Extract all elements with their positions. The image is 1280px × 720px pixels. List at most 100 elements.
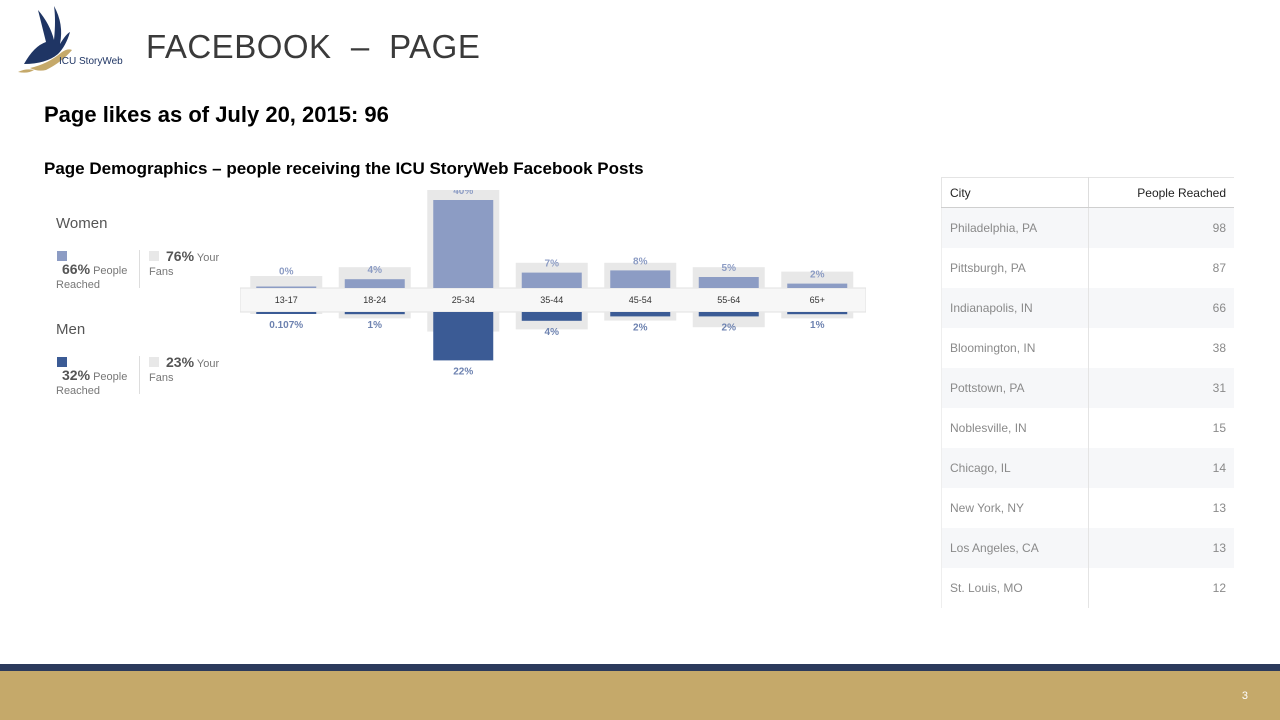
people-reached-cell: 87 bbox=[1212, 261, 1226, 275]
women-bar bbox=[787, 283, 848, 288]
women-bar bbox=[433, 200, 494, 288]
men-value-label: 2% bbox=[722, 322, 737, 333]
city-cell: New York, NY bbox=[941, 488, 1089, 528]
men-bar bbox=[256, 312, 317, 314]
women-reached-swatch bbox=[57, 251, 67, 261]
men-reached-stat: 32% People bbox=[62, 368, 127, 384]
city-table-body: Philadelphia, PA 98 Pittsburgh, PA 87 Indian… bbox=[941, 207, 1235, 608]
city-cell: Los Angeles, CA bbox=[941, 528, 1089, 568]
footer-navy-stripe bbox=[0, 664, 1280, 671]
people-reached-column-header[interactable]: People Reached bbox=[1088, 177, 1234, 208]
men-bar bbox=[698, 312, 759, 317]
men-reached-pct: 32% bbox=[62, 367, 91, 383]
table-row: Pittsburgh, PA 87 bbox=[941, 248, 1235, 288]
men-fans-pct: 23% bbox=[166, 354, 195, 370]
slide-title: FACEBOOK – PAGE bbox=[146, 28, 481, 65]
city-cell: Bloomington, IN bbox=[941, 328, 1089, 368]
people-reached-cell: 31 bbox=[1088, 368, 1234, 408]
women-bar bbox=[698, 277, 759, 288]
men-bar bbox=[521, 312, 582, 321]
people-reached-cell: 15 bbox=[1212, 421, 1226, 435]
women-value-label: 7% bbox=[545, 259, 560, 270]
women-value-label: 5% bbox=[722, 263, 737, 274]
age-tick-label: 65+ bbox=[810, 295, 825, 305]
women-bar bbox=[256, 286, 317, 288]
women-bar bbox=[344, 279, 405, 288]
people-reached-cell: 66 bbox=[1088, 288, 1234, 328]
women-reached-label-1: People bbox=[93, 265, 128, 277]
women-value-label: 4% bbox=[368, 265, 383, 276]
women-bar bbox=[610, 270, 671, 288]
men-value-label: 2% bbox=[633, 322, 648, 333]
women-fans-bar bbox=[250, 276, 323, 288]
table-row: Noblesville, IN 15 bbox=[941, 408, 1235, 448]
women-bar bbox=[521, 272, 582, 288]
age-tick-label: 18-24 bbox=[363, 295, 386, 305]
women-fans-label-1: Your bbox=[196, 252, 220, 264]
men-value-label: 1% bbox=[810, 320, 825, 331]
women-fans-swatch bbox=[149, 251, 159, 261]
women-value-label: 0% bbox=[279, 267, 294, 278]
page-number: 3 bbox=[1241, 690, 1248, 702]
men-value-label: 0.107% bbox=[269, 320, 303, 331]
city-table: City People Reached Philadelphia, PA 98 Pi… bbox=[941, 177, 1234, 608]
men-value-label: 22% bbox=[453, 366, 473, 377]
men-divider bbox=[139, 356, 140, 394]
age-tick-label: 25-34 bbox=[452, 295, 475, 305]
city-table-header-row: City People Reached bbox=[941, 177, 1234, 208]
women-fans-label-2: Fans bbox=[149, 266, 174, 278]
city-cell: Philadelphia, PA bbox=[941, 207, 1089, 248]
age-tick-label: 55-64 bbox=[717, 295, 740, 305]
table-row: Philadelphia, PA 98 bbox=[941, 207, 1234, 248]
age-tick-label: 13-17 bbox=[275, 295, 298, 305]
footer-gold-band bbox=[0, 671, 1280, 720]
city-cell: Noblesville, IN bbox=[941, 408, 1089, 448]
men-bar bbox=[610, 312, 671, 317]
age-gender-chart: 0% 0.107% 13-17 4% 1% 18-24 40% 22% 25-34 7% 4% 35-… bbox=[240, 190, 866, 377]
women-fans-stat: 76% Your bbox=[166, 249, 219, 265]
men-reached-swatch bbox=[57, 357, 67, 367]
people-reached-cell: 14 bbox=[1088, 448, 1234, 488]
men-bar bbox=[344, 312, 405, 315]
table-row: Pottstown, PA 31 bbox=[941, 368, 1234, 408]
city-cell: Pottstown, PA bbox=[941, 368, 1089, 408]
table-row: Bloomington, IN 38 bbox=[941, 328, 1235, 368]
men-reached-label-1: People bbox=[93, 371, 128, 383]
table-row: Indianapolis, IN 66 bbox=[941, 288, 1234, 328]
men-value-label: 4% bbox=[545, 327, 560, 338]
men-bar bbox=[433, 312, 494, 361]
women-value-label: 40% bbox=[453, 190, 473, 197]
age-tick-label: 35-44 bbox=[540, 295, 563, 305]
page-likes-heading: Page likes as of July 20, 2015: 96 bbox=[44, 102, 389, 127]
city-column-header[interactable]: City bbox=[941, 177, 1089, 208]
women-reached-stat: 66% People bbox=[62, 262, 127, 278]
men-reached-label-2: Reached bbox=[56, 385, 101, 397]
men-value-label: 1% bbox=[368, 320, 383, 331]
women-divider bbox=[139, 250, 140, 288]
people-reached-cell: 38 bbox=[1212, 341, 1226, 355]
women-reached-pct: 66% bbox=[62, 261, 91, 277]
city-cell: Indianapolis, IN bbox=[941, 288, 1089, 328]
men-fans-stat: 23% Your bbox=[166, 355, 219, 371]
demographics-heading: Page Demographics – people receiving the… bbox=[44, 159, 644, 178]
women-fans-pct: 76% bbox=[166, 248, 195, 264]
age-tick-label: 45-54 bbox=[629, 295, 652, 305]
table-row: Chicago, IL 14 bbox=[941, 448, 1234, 488]
people-reached-cell: 13 bbox=[1212, 501, 1226, 515]
logo-text: ICU StoryWeb bbox=[59, 56, 123, 67]
people-reached-cell: 12 bbox=[1212, 581, 1226, 595]
women-value-label: 8% bbox=[633, 256, 648, 267]
city-cell: St. Louis, MO bbox=[941, 568, 1089, 608]
men-fans-swatch bbox=[149, 357, 159, 367]
table-row: New York, NY 13 bbox=[941, 488, 1235, 528]
table-row: Los Angeles, CA 13 bbox=[941, 528, 1234, 568]
men-bar bbox=[787, 312, 848, 315]
women-value-label: 2% bbox=[810, 270, 825, 281]
men-fans-label-1: Your bbox=[196, 358, 220, 370]
table-row: St. Louis, MO 12 bbox=[941, 568, 1235, 608]
men-fans-label-2: Fans bbox=[149, 372, 174, 384]
people-reached-cell: 13 bbox=[1088, 528, 1234, 568]
people-reached-cell: 98 bbox=[1088, 207, 1234, 248]
women-reached-label-2: Reached bbox=[56, 279, 101, 291]
men-title: Men bbox=[56, 321, 86, 338]
